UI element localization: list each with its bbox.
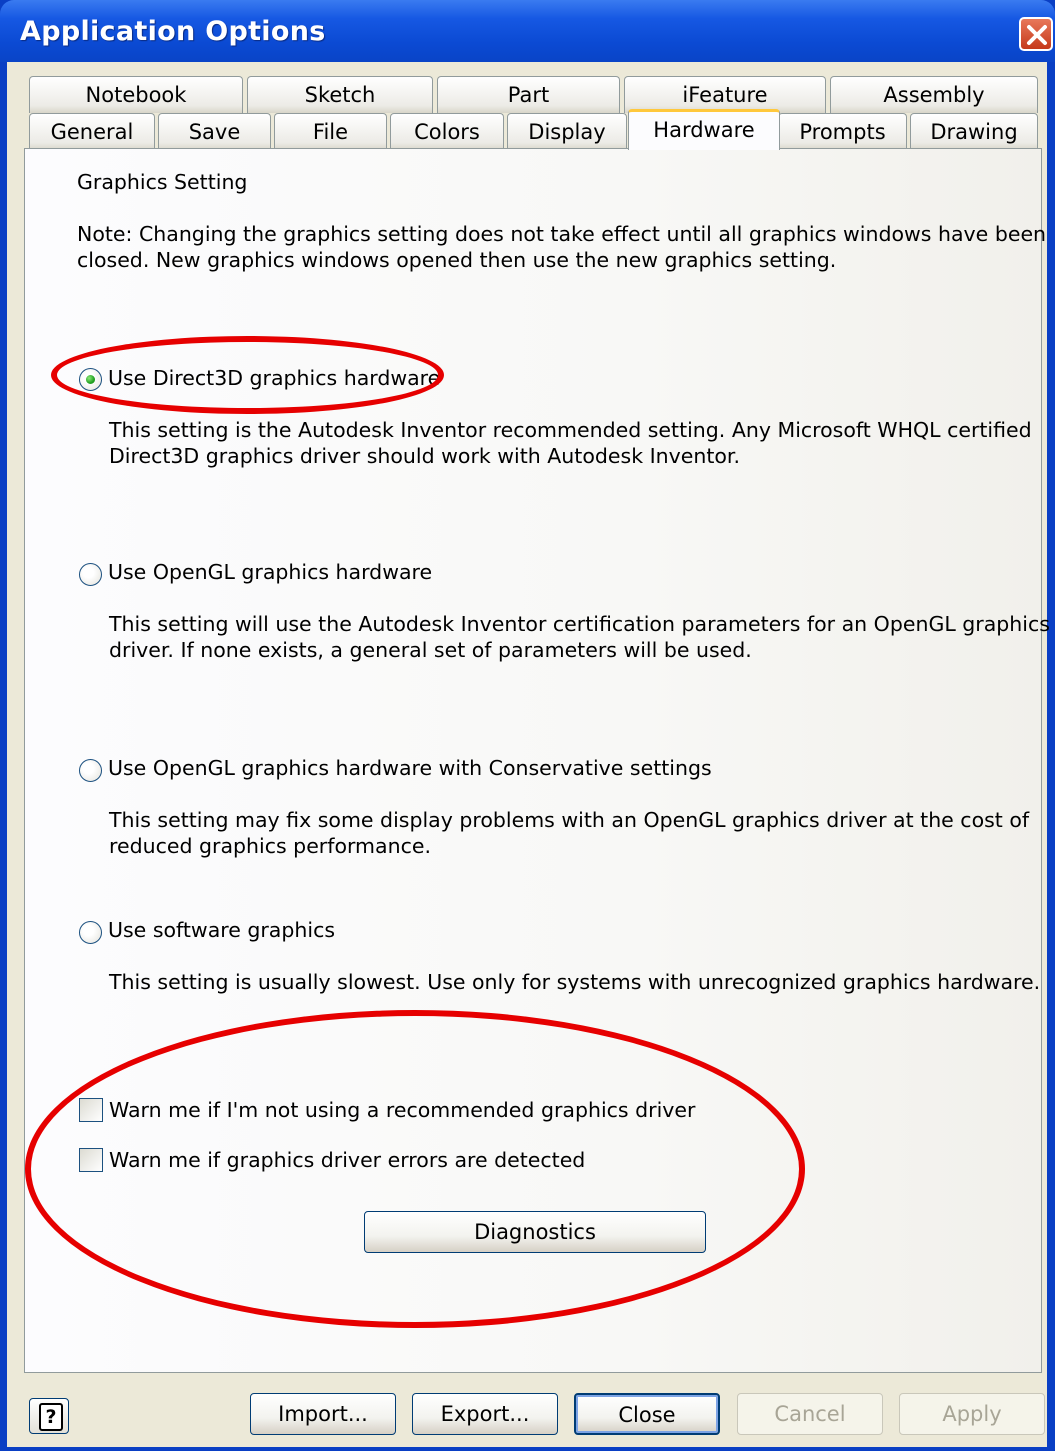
radio-opengl-conservative-label[interactable]: Use OpenGL graphics hardware with Conser…	[108, 755, 712, 781]
opengl-description-line2: driver. If none exists, a general set of…	[109, 638, 752, 662]
direct3d-description-line1: This setting is the Autodesk Inventor re…	[109, 418, 1032, 442]
tab-notebook[interactable]: Notebook	[29, 76, 243, 113]
radio-opengl-label[interactable]: Use OpenGL graphics hardware	[108, 559, 432, 585]
note-text-line1: Note: Changing the graphics setting does…	[77, 222, 1047, 246]
cancel-button[interactable]: Cancel	[737, 1393, 883, 1435]
radio-opengl-conservative[interactable]	[79, 759, 102, 782]
tab-colors[interactable]: Colors	[390, 113, 504, 150]
tab-drawing[interactable]: Drawing	[910, 113, 1038, 150]
window-close-button[interactable]	[1019, 17, 1053, 51]
application-options-window: Application Options Notebook Sketch Part…	[0, 0, 1055, 1451]
opengl-conservative-description-line1: This setting may fix some display proble…	[109, 808, 1030, 832]
opengl-description-line1: This setting will use the Autodesk Inven…	[109, 612, 1050, 636]
tab-file[interactable]: File	[274, 113, 387, 150]
opengl-conservative-description-line2: reduced graphics performance.	[109, 834, 431, 858]
tab-assembly[interactable]: Assembly	[830, 76, 1038, 113]
import-button[interactable]: Import...	[250, 1393, 396, 1435]
tab-general[interactable]: General	[29, 113, 155, 150]
apply-button[interactable]: Apply	[899, 1393, 1045, 1435]
tab-sketch[interactable]: Sketch	[247, 76, 433, 113]
window-title: Application Options	[20, 16, 326, 47]
checkbox-warn-errors[interactable]	[79, 1148, 103, 1172]
help-button[interactable]: ?	[29, 1398, 69, 1434]
title-bar[interactable]: Application Options	[0, 0, 1055, 62]
note-text-line2: closed. New graphics windows opened then…	[77, 248, 837, 272]
tab-ifeature[interactable]: iFeature	[624, 76, 826, 113]
graphics-setting-heading: Graphics Setting	[77, 170, 248, 194]
tab-hardware[interactable]: Hardware	[628, 109, 780, 150]
direct3d-description-line2: Direct3D graphics driver should work wit…	[109, 444, 740, 468]
radio-selected-dot-icon	[86, 375, 95, 384]
checkbox-warn-driver[interactable]	[79, 1098, 103, 1122]
close-icon	[1027, 25, 1047, 45]
software-graphics-description: This setting is usually slowest. Use onl…	[109, 970, 1041, 994]
tab-part[interactable]: Part	[437, 76, 620, 113]
radio-software-graphics-label[interactable]: Use software graphics	[108, 917, 335, 943]
tab-display[interactable]: Display	[507, 113, 627, 150]
diagnostics-button[interactable]: Diagnostics	[364, 1211, 706, 1253]
radio-opengl[interactable]	[79, 563, 102, 586]
help-icon: ?	[39, 1403, 63, 1431]
radio-direct3d-label[interactable]: Use Direct3D graphics hardware	[108, 365, 440, 391]
close-button[interactable]: Close	[574, 1393, 720, 1435]
radio-direct3d[interactable]	[79, 368, 102, 391]
checkbox-warn-errors-label[interactable]: Warn me if graphics driver errors are de…	[109, 1147, 585, 1173]
export-button[interactable]: Export...	[412, 1393, 558, 1435]
tab-save[interactable]: Save	[158, 113, 271, 150]
checkbox-warn-driver-label[interactable]: Warn me if I'm not using a recommended g…	[109, 1097, 695, 1123]
tab-prompts[interactable]: Prompts	[778, 113, 907, 150]
radio-software-graphics[interactable]	[79, 921, 102, 944]
